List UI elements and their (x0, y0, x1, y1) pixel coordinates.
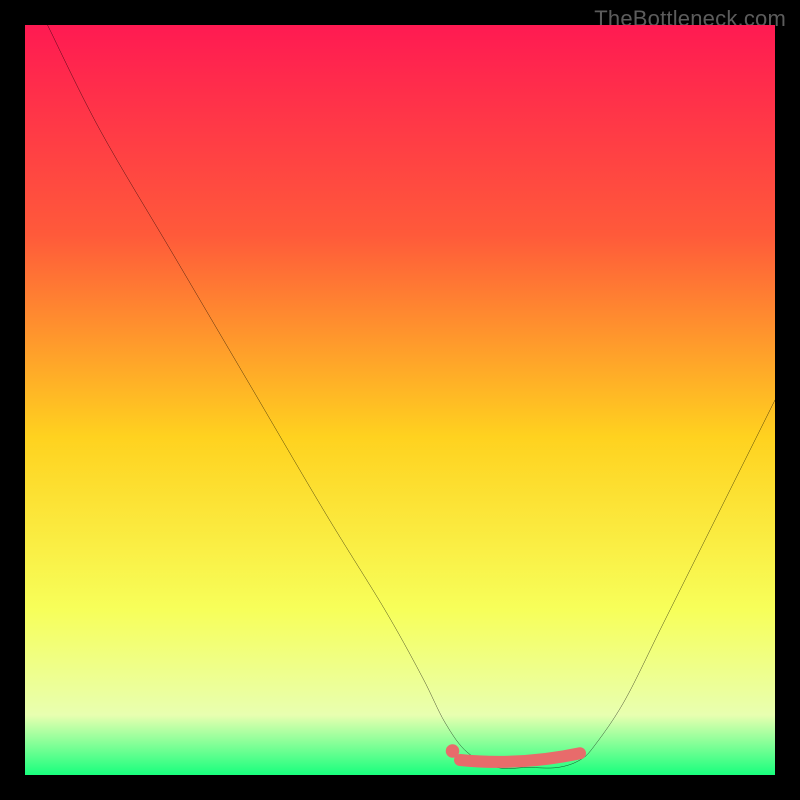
chart-stage: TheBottleneck.com (0, 0, 800, 800)
gradient-background (25, 25, 775, 775)
bottleneck-plot (25, 25, 775, 775)
marker-dot (446, 744, 459, 758)
